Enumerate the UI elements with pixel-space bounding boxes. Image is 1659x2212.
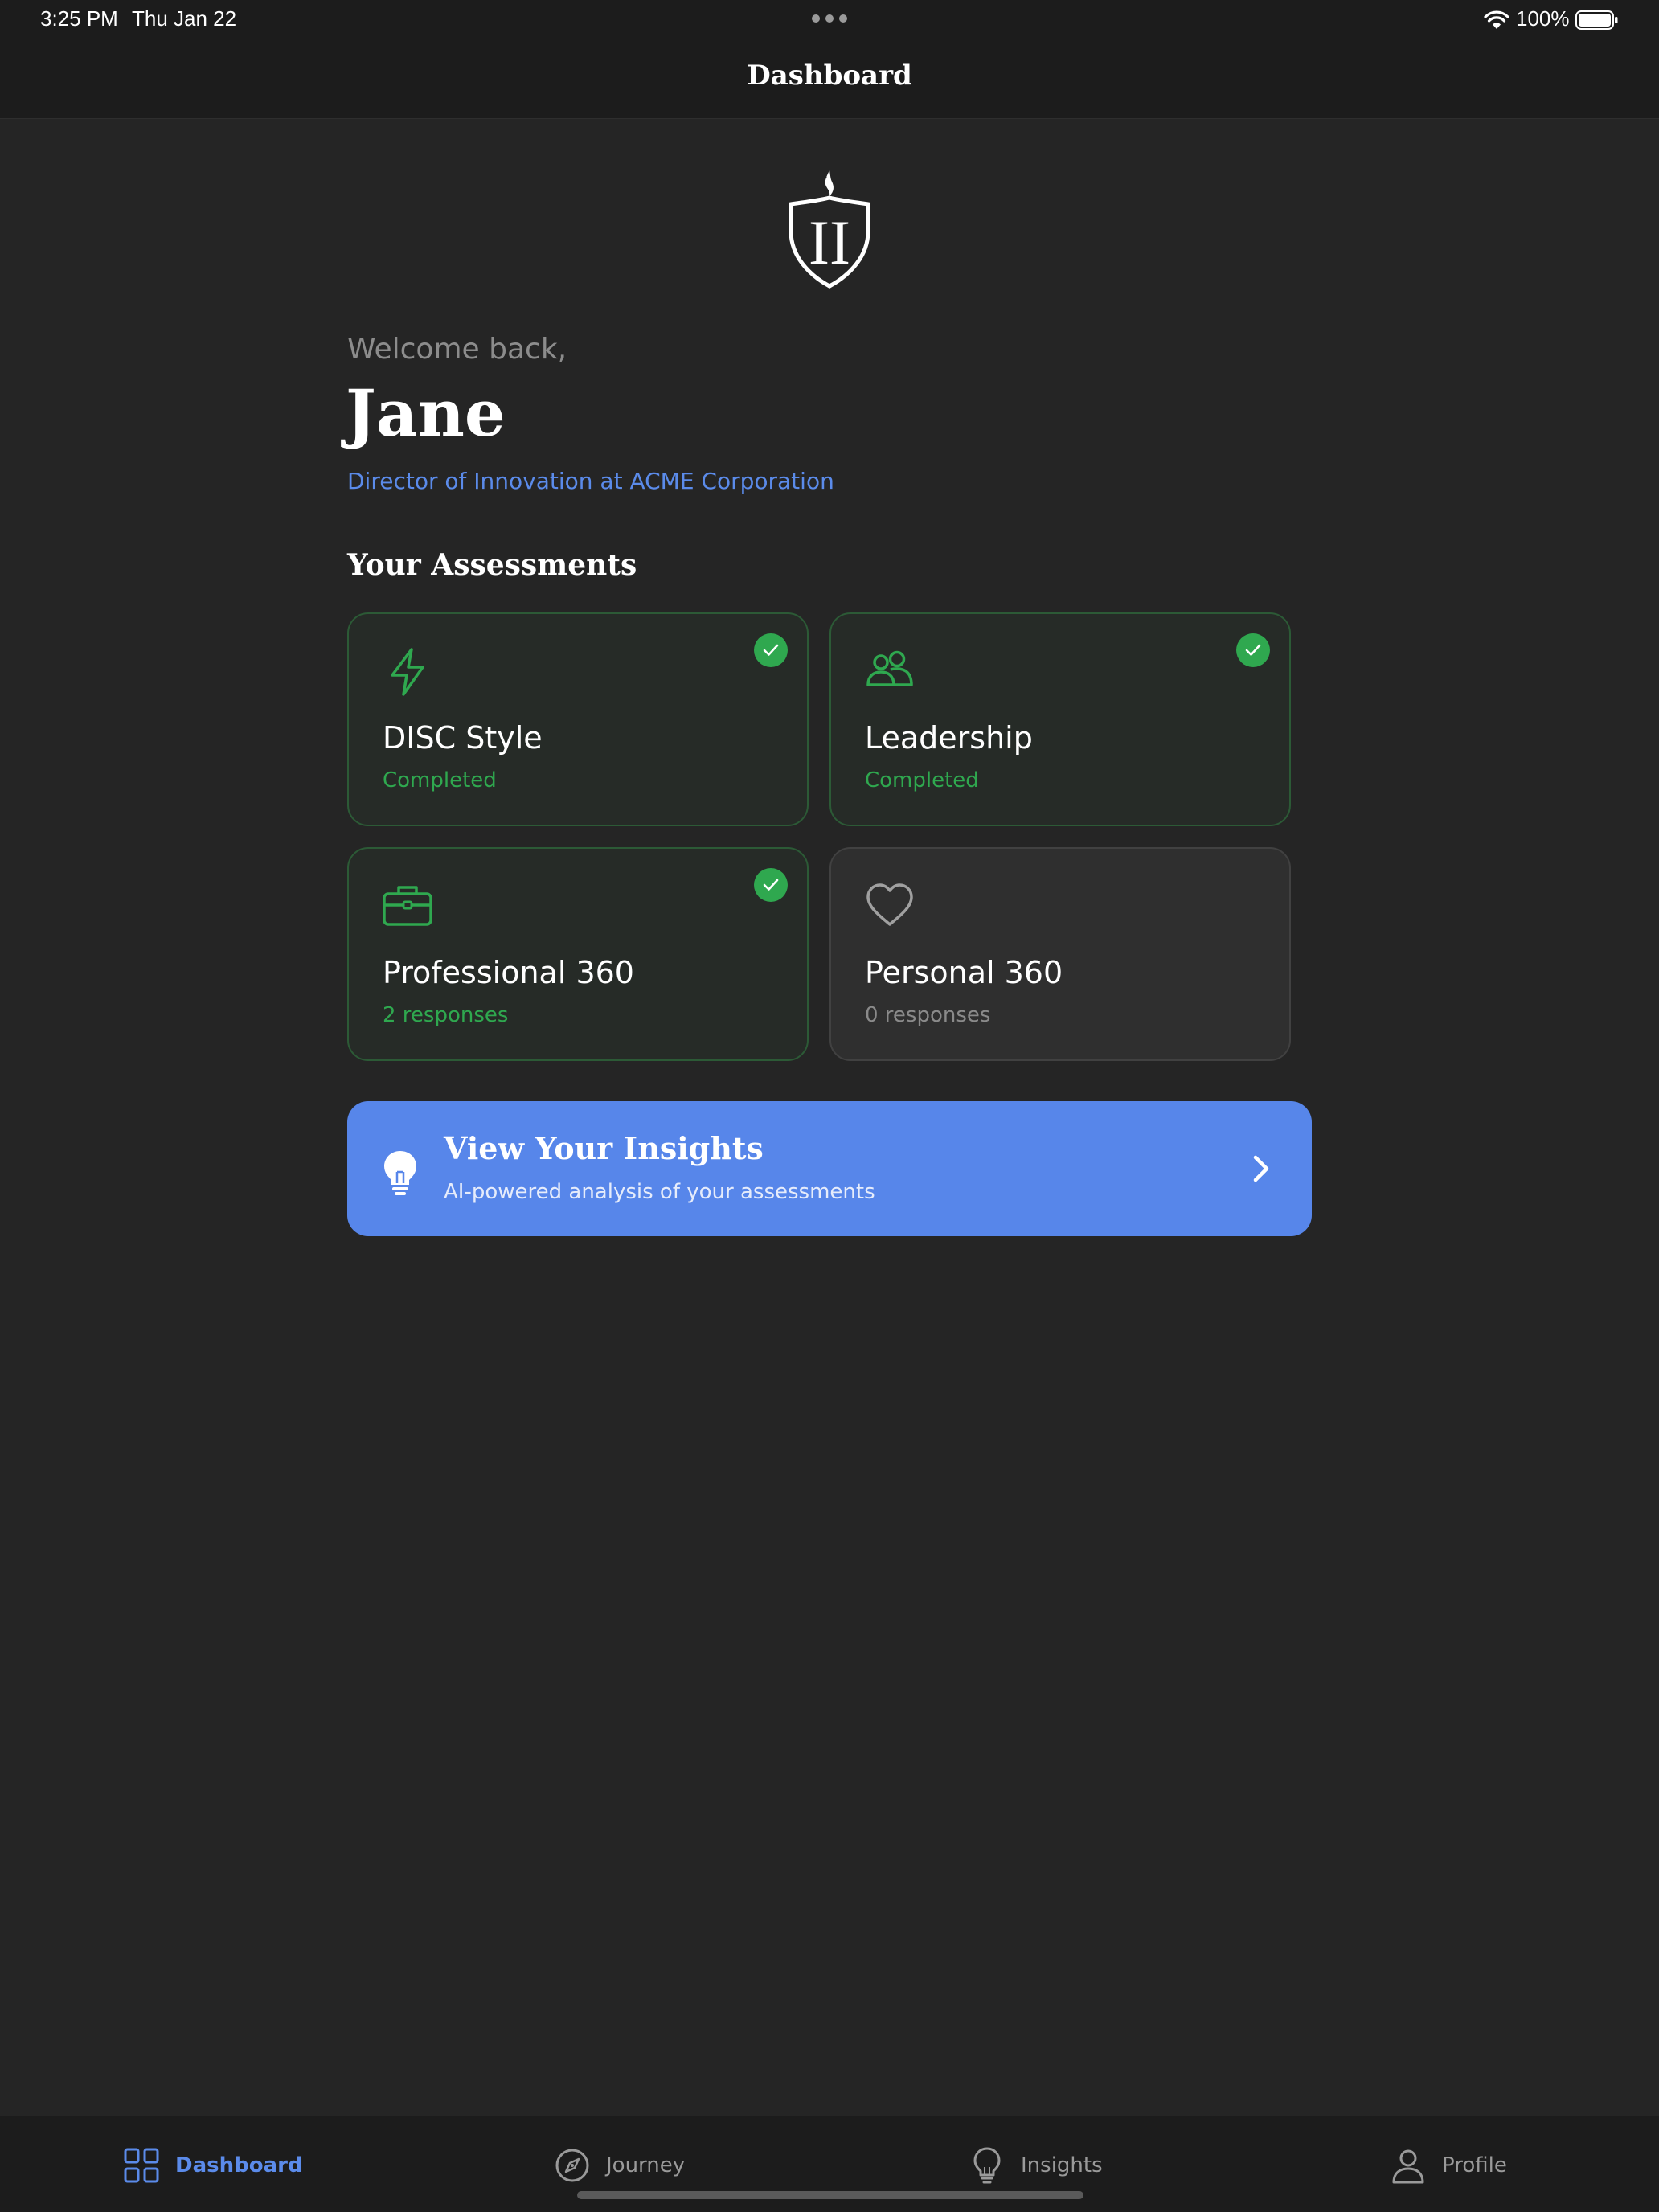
briefcase-icon — [383, 886, 432, 926]
tab-insights[interactable]: Insights — [968, 2145, 1103, 2185]
welcome-greeting: Welcome back, — [347, 333, 567, 366]
user-name: Jane — [346, 375, 506, 451]
insights-subtitle: AI-powered analysis of your assessments — [444, 1180, 875, 1204]
chevron-right-icon — [1253, 1155, 1269, 1182]
tab-journey[interactable]: Journey — [553, 2145, 685, 2185]
multitasking-dots-icon[interactable] — [812, 14, 847, 24]
lightbulb-icon — [384, 1151, 416, 1195]
card-status: Completed — [865, 768, 979, 793]
card-status: 0 responses — [865, 1003, 991, 1027]
assessment-card-disc-style[interactable]: DISC Style Completed — [347, 612, 809, 826]
battery-percentage: 100% — [1516, 6, 1570, 31]
assessments-section-title: Your Assessments — [347, 548, 637, 582]
card-title: Leadership — [865, 720, 1033, 756]
check-icon — [754, 633, 788, 667]
check-icon — [1236, 633, 1270, 667]
compass-icon — [555, 2149, 589, 2182]
grid-icon — [124, 2148, 159, 2183]
lightning-icon — [391, 648, 424, 696]
card-status: Completed — [383, 768, 497, 793]
shield-logo-icon: II — [789, 170, 870, 289]
card-status: 2 responses — [383, 1003, 509, 1027]
card-title: Personal 360 — [865, 955, 1063, 990]
card-title: DISC Style — [383, 720, 543, 756]
home-indicator[interactable] — [577, 2191, 1083, 2199]
page-title: Dashboard — [747, 59, 912, 92]
tab-label: Profile — [1442, 2153, 1507, 2177]
users-icon — [866, 650, 913, 686]
assessment-card-professional-360[interactable]: Professional 360 2 responses — [347, 847, 809, 1061]
wifi-icon — [1484, 10, 1509, 29]
view-insights-button[interactable]: View Your Insights AI-powered analysis o… — [347, 1101, 1312, 1236]
heart-icon — [866, 883, 913, 926]
status-time: 3:25 PM — [40, 6, 118, 31]
tab-dashboard[interactable]: Dashboard — [122, 2145, 303, 2185]
battery-icon — [1575, 10, 1618, 30]
lightbulb-icon — [973, 2147, 1001, 2184]
status-date: Thu Jan 22 — [132, 6, 237, 31]
user-role[interactable]: Director of Innovation at ACME Corporati… — [347, 468, 834, 494]
card-title: Professional 360 — [383, 955, 634, 990]
navigation-header: Dashboard — [0, 39, 1659, 119]
assessment-card-personal-360[interactable]: Personal 360 0 responses — [830, 847, 1291, 1061]
tab-label: Journey — [606, 2153, 686, 2177]
tab-profile[interactable]: Profile — [1389, 2145, 1507, 2185]
tab-label: Dashboard — [175, 2153, 303, 2177]
assessment-card-leadership[interactable]: Leadership Completed — [830, 612, 1291, 826]
status-bar: 3:25 PM Thu Jan 22 100% — [0, 0, 1659, 39]
insights-title: View Your Insights — [444, 1130, 764, 1166]
check-icon — [754, 868, 788, 902]
tab-label: Insights — [1021, 2153, 1103, 2177]
person-icon — [1392, 2149, 1424, 2184]
svg-text:II: II — [809, 207, 850, 277]
